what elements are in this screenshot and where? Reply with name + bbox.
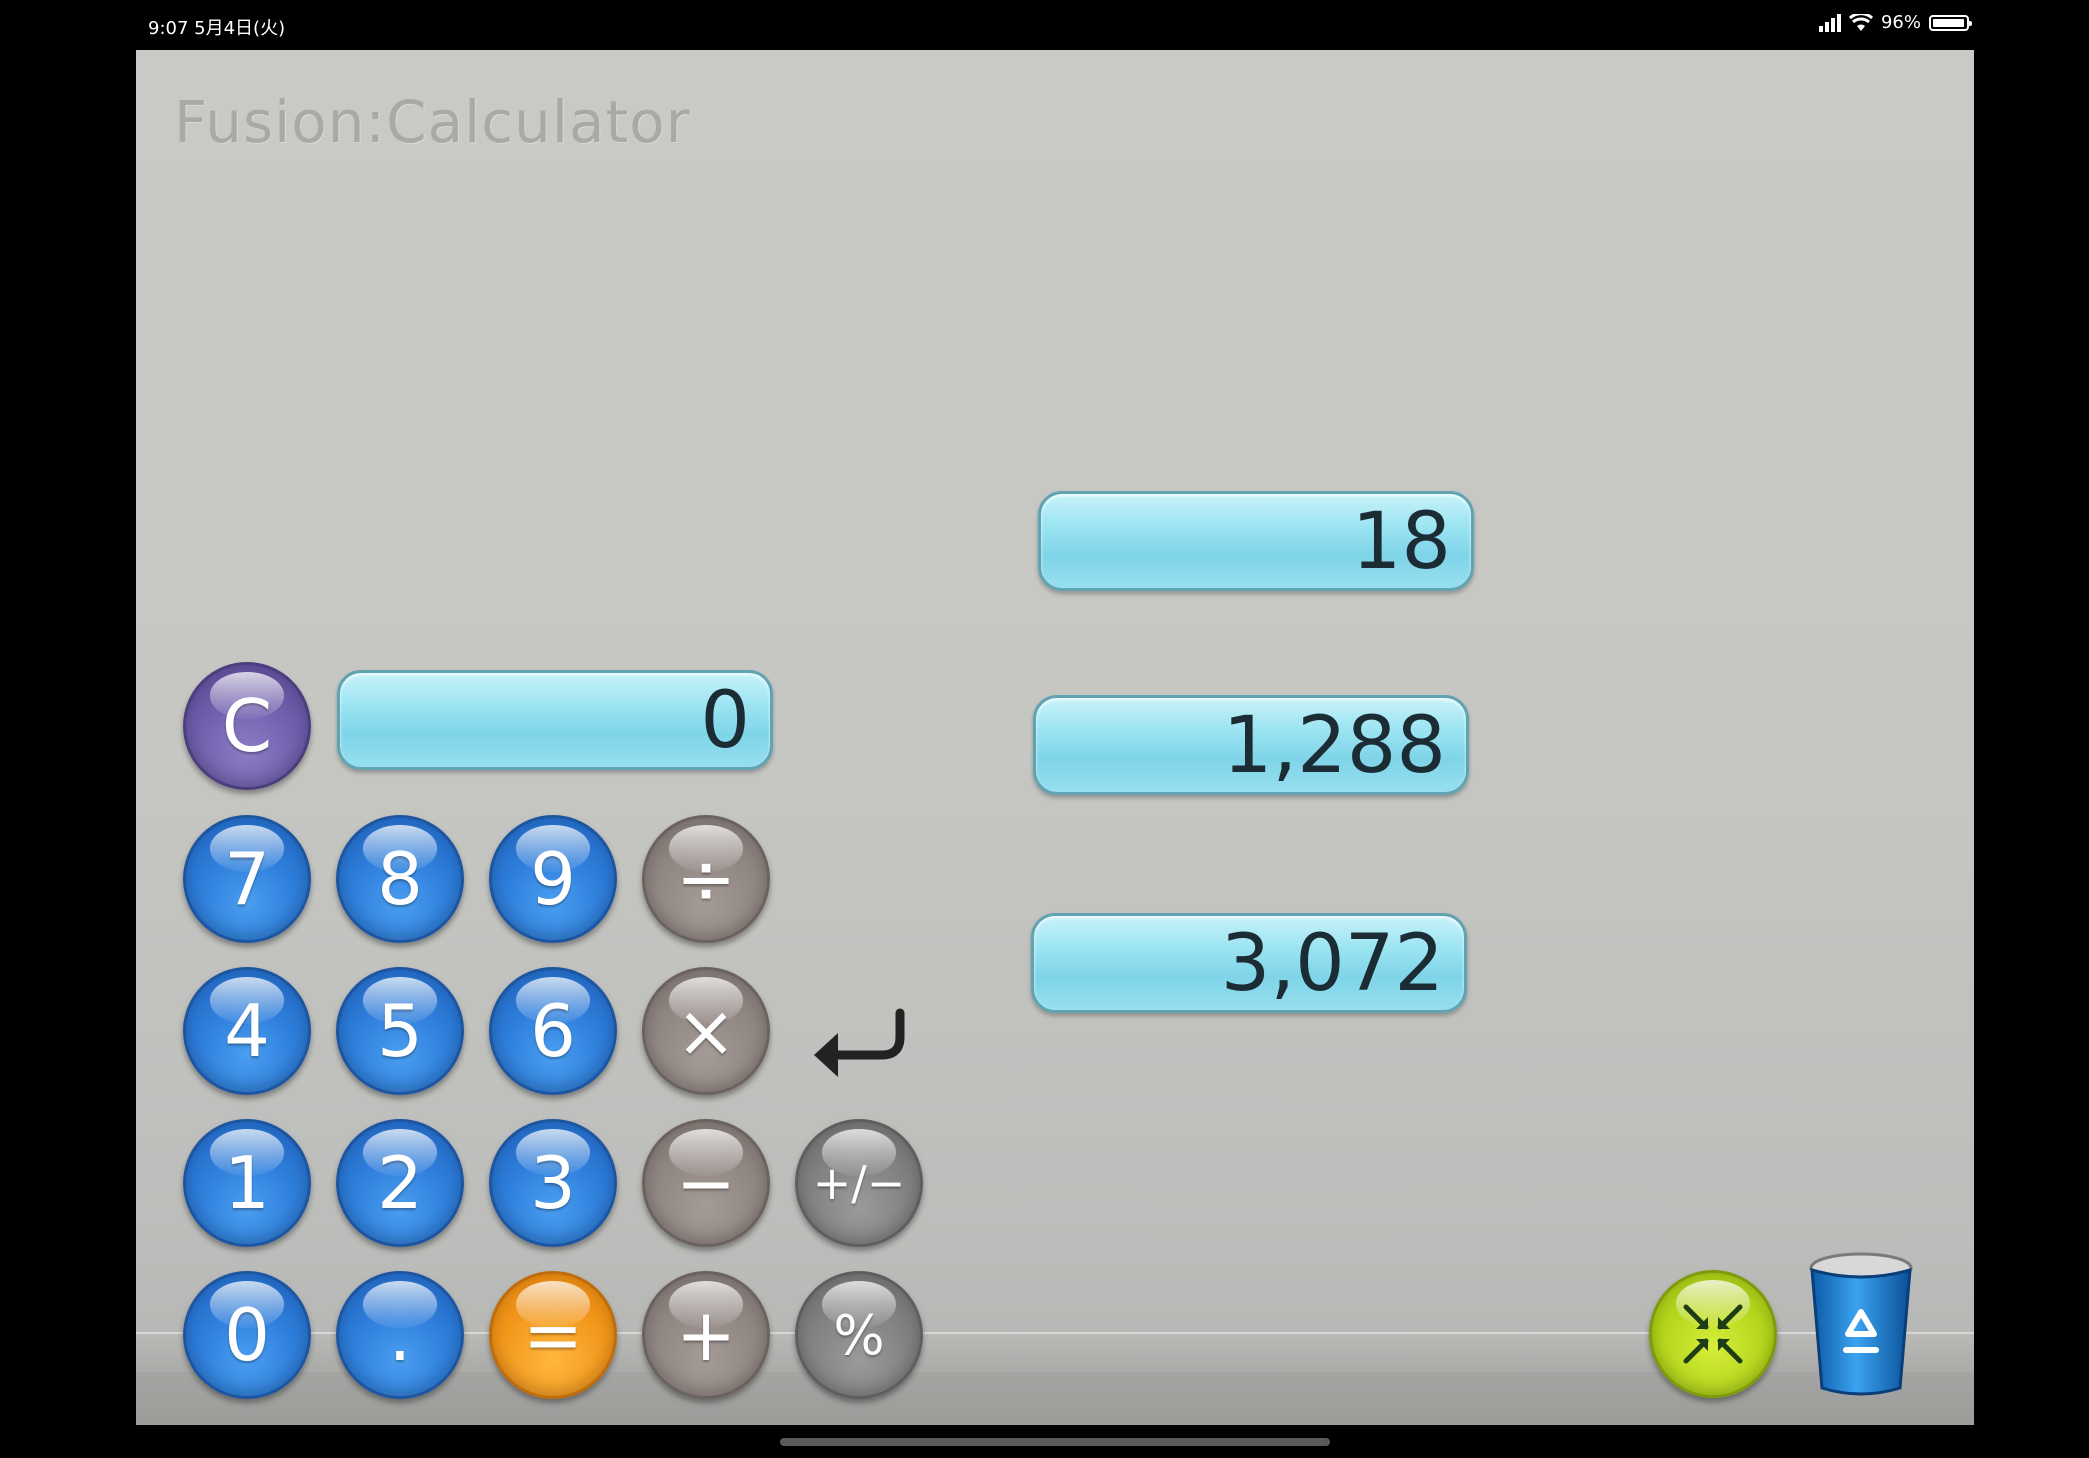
cellular-signal-icon [1818,13,1841,32]
plus-minus-button[interactable]: +/− [795,1119,923,1247]
divide-button[interactable]: ÷ [642,815,770,943]
digit-3-button[interactable]: 3 [489,1119,617,1247]
digit-7-button[interactable]: 7 [183,815,311,943]
operator-label: ÷ [675,837,737,921]
digit-label: 2 [377,1141,423,1225]
digit-label: . [388,1293,412,1377]
entry-display: 0 [337,670,773,770]
compact-button[interactable] [1649,1270,1777,1398]
multiply-button[interactable]: × [642,967,770,1095]
clear-label: C [221,684,273,768]
app-title: Fusion:Calculator [174,88,691,156]
status-bar: 9:07 5月4日(火) 96% [0,0,2089,50]
operator-label: − [675,1141,737,1225]
recycle-trash-icon[interactable] [1806,1250,1916,1400]
collapse-arrows-icon [1683,1304,1743,1364]
digit-label: 5 [377,989,423,1073]
history-value[interactable]: 3,072 [1031,913,1467,1013]
plus-button[interactable]: + [642,1271,770,1399]
calculator-screen: Fusion:Calculator 18 1,288 3,072 0 C 7 8… [136,50,1974,1425]
operator-label: × [675,989,737,1073]
undo-arrow-icon[interactable] [804,985,914,1095]
digit-label: 3 [530,1141,576,1225]
operator-label: = [522,1293,584,1377]
digit-label: 7 [224,837,270,921]
digit-6-button[interactable]: 6 [489,967,617,1095]
minus-button[interactable]: − [642,1119,770,1247]
clear-button[interactable]: C [183,662,311,790]
wifi-icon [1848,13,1873,31]
digit-5-button[interactable]: 5 [336,967,464,1095]
equals-button[interactable]: = [489,1271,617,1399]
digit-9-button[interactable]: 9 [489,815,617,943]
function-label: % [833,1303,885,1367]
digit-label: 4 [224,989,270,1073]
digit-1-button[interactable]: 1 [183,1119,311,1247]
history-value[interactable]: 18 [1038,491,1474,591]
digit-2-button[interactable]: 2 [336,1119,464,1247]
battery-percent: 96% [1880,12,1921,33]
decimal-button[interactable]: . [336,1271,464,1399]
digit-label: 8 [377,837,423,921]
digit-4-button[interactable]: 4 [183,967,311,1095]
battery-icon [1929,14,1972,31]
digit-label: 6 [530,989,576,1073]
digit-8-button[interactable]: 8 [336,815,464,943]
digit-label: 0 [224,1293,270,1377]
digit-0-button[interactable]: 0 [183,1271,311,1399]
percent-button[interactable]: % [795,1271,923,1399]
digit-label: 9 [530,837,576,921]
operator-label: + [675,1293,737,1377]
history-value[interactable]: 1,288 [1033,695,1469,795]
status-indicators: 96% [1818,12,1972,33]
status-time: 9:07 5月4日(火) [148,18,286,39]
home-indicator [780,1438,1330,1446]
function-label: +/− [812,1156,906,1210]
digit-label: 1 [224,1141,270,1225]
